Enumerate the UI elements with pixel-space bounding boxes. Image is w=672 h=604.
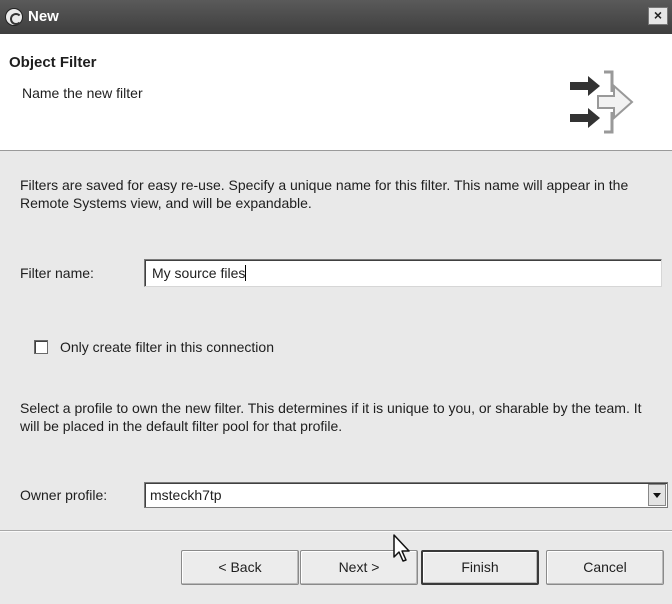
wizard-arrows-icon: [570, 70, 634, 134]
owner-profile-select[interactable]: msteckh7tp: [144, 482, 668, 508]
connection-only-checkbox[interactable]: [34, 340, 48, 354]
finish-button[interactable]: Finish: [421, 550, 539, 585]
page-subtitle: Name the new filter: [22, 85, 143, 101]
connection-only-label[interactable]: Only create filter in this connection: [60, 339, 274, 355]
eclipse-icon: [5, 8, 23, 26]
filter-name-value: My source files: [152, 265, 246, 281]
window-title: New: [28, 8, 59, 25]
close-button[interactable]: ×: [648, 7, 668, 25]
filter-name-field[interactable]: My source files: [144, 259, 662, 287]
back-button[interactable]: < Back: [181, 550, 299, 585]
page-title: Object Filter: [9, 54, 97, 71]
owner-profile-label: Owner profile:: [20, 487, 108, 503]
text-caret: [245, 265, 247, 281]
title-bar: New ×: [0, 0, 672, 34]
button-separator: [0, 530, 672, 532]
cancel-button[interactable]: Cancel: [546, 550, 664, 585]
filter-name-label: Filter name:: [20, 265, 94, 281]
mouse-pointer-icon: [393, 534, 410, 562]
filter-description: Filters are saved for easy re-use. Speci…: [20, 177, 629, 211]
chevron-down-icon[interactable]: [648, 484, 666, 506]
wizard-banner: Object Filter Name the new filter: [0, 34, 672, 151]
profile-description: Select a profile to own the new filter. …: [20, 400, 642, 434]
owner-profile-value: msteckh7tp: [150, 487, 222, 503]
